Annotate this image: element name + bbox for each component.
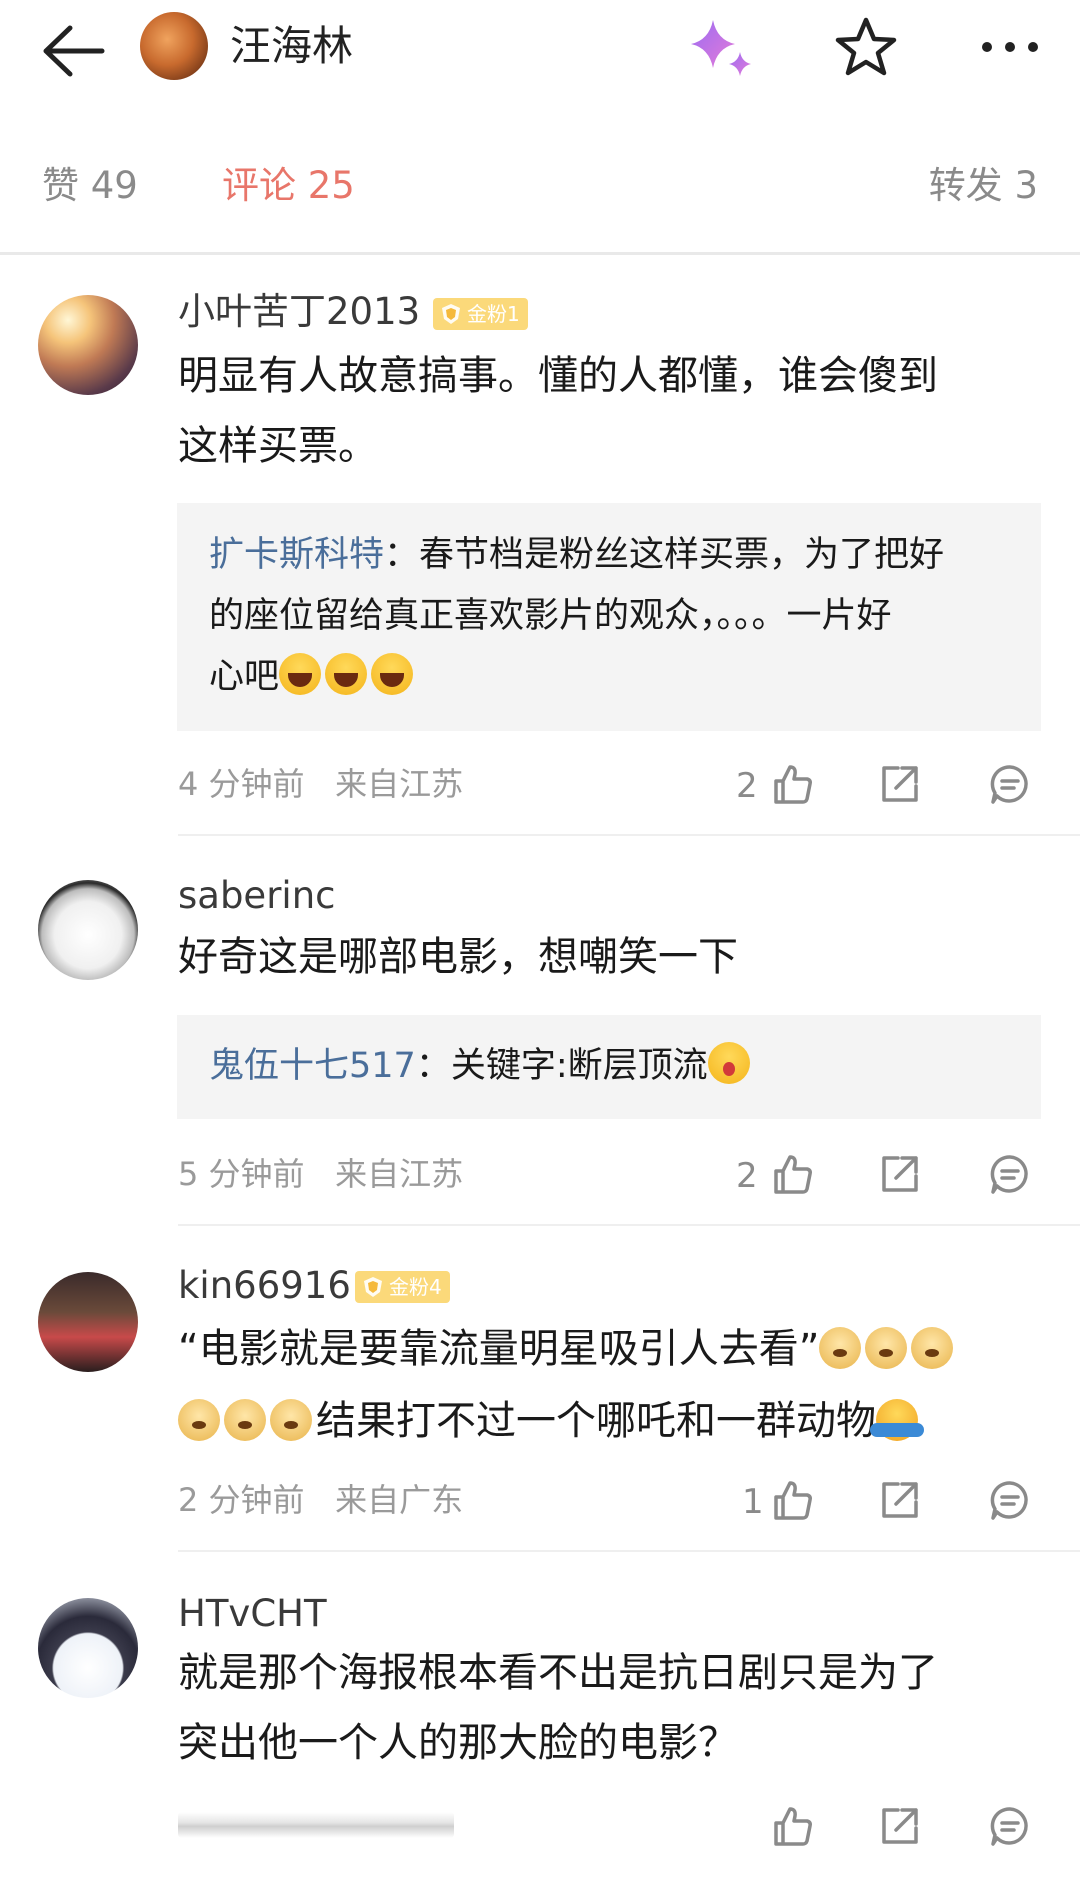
- comment-text: 就是那个海报根本看不出是抗日剧只是为了 突出他一个人的那大脸的电影？: [178, 1638, 1038, 1778]
- like-count: 2: [736, 766, 758, 806]
- divider: [178, 1224, 1080, 1226]
- laugh-emoji-icon: [325, 653, 368, 695]
- avatar[interactable]: [38, 295, 138, 395]
- top-bar: 汪海林: [0, 0, 1080, 110]
- author-name[interactable]: 汪海林: [230, 18, 353, 74]
- reply-content: 心吧: [209, 657, 280, 697]
- thumbs-up-icon[interactable]: [770, 1804, 814, 1848]
- tab-comments[interactable]: 评论 25: [222, 158, 355, 214]
- comment-location: 来自广东: [335, 1481, 464, 1519]
- reply-text: 鬼伍十七517：关键字:断层顶流: [209, 1036, 1019, 1097]
- more-dots-icon: [982, 42, 1038, 52]
- comment-meta: 4 分钟前 来自江苏: [178, 762, 463, 806]
- reply-text: 扩卡斯科特：春节档是粉丝这样买票，为了把好 的座位留给真正喜欢影片的观众，。。。…: [209, 525, 1019, 708]
- comment-text-line: 明显有人故意搞事。懂的人都懂，谁会傻到: [178, 353, 938, 399]
- share-icon[interactable]: [878, 1152, 922, 1196]
- comment-time: 4 分钟前: [178, 765, 305, 803]
- comment-meta: 2 分钟前 来自广东: [178, 1478, 463, 1522]
- share-icon[interactable]: [878, 1478, 922, 1522]
- comment-username[interactable]: 小叶苦丁2013: [178, 288, 420, 336]
- fan-badge: 金粉1: [433, 298, 528, 330]
- reply-content: 的座位留给真正喜欢影片的观众，。。。一片好: [209, 596, 892, 636]
- comment-username[interactable]: saberinc: [178, 872, 336, 920]
- like-count: 1: [742, 1482, 764, 1522]
- reply-content: ：春节档是粉丝这样买票，为了把好: [384, 535, 945, 575]
- reply-icon[interactable]: [988, 1478, 1032, 1522]
- fan-badge-label: 金粉4: [389, 1275, 442, 1299]
- badge-shield-icon: [364, 1277, 382, 1297]
- reply-icon[interactable]: [988, 1152, 1032, 1196]
- share-icon[interactable]: [878, 762, 922, 806]
- reply-icon[interactable]: [988, 1804, 1032, 1848]
- star-icon: [835, 17, 897, 76]
- ai-sparkle-button[interactable]: [685, 14, 759, 82]
- comment-text-line: 就是那个海报根本看不出是抗日剧只是为了: [178, 1650, 938, 1696]
- favorite-button[interactable]: [832, 14, 900, 80]
- reply-author[interactable]: 扩卡斯科特: [209, 535, 384, 575]
- loading-placeholder: [178, 1812, 454, 1838]
- comment-meta: 5 分钟前 来自江苏: [178, 1152, 463, 1196]
- sparkle-icon: [691, 20, 751, 76]
- reply-content: ：关键字:断层顶流: [415, 1046, 708, 1086]
- comment-location: 来自江苏: [335, 765, 464, 803]
- divider: [178, 834, 1080, 836]
- comment-username[interactable]: HTvCHT: [178, 1590, 327, 1638]
- thumbs-up-icon[interactable]: [770, 1152, 814, 1196]
- tab-reposts[interactable]: 转发 3: [929, 158, 1038, 214]
- comment-text: 明显有人故意搞事。懂的人都懂，谁会傻到 这样买票。: [178, 341, 1038, 481]
- shrug-emoji-icon: [870, 1399, 924, 1441]
- doge-emoji-icon: [865, 1327, 908, 1369]
- back-button[interactable]: [40, 18, 106, 84]
- doge-emoji-icon: [911, 1327, 954, 1369]
- divider: [178, 1550, 1080, 1552]
- laugh-emoji-icon: [279, 653, 322, 695]
- comment-text: 好奇这是哪部电影，想嘲笑一下: [178, 922, 1038, 992]
- comment-text-line: “电影就是要靠流量明星吸引人去看”: [178, 1326, 820, 1372]
- reply-author[interactable]: 鬼伍十七517: [209, 1046, 416, 1086]
- thumbs-up-icon[interactable]: [770, 762, 814, 806]
- fan-badge-label: 金粉1: [467, 302, 520, 326]
- badge-shield-icon: [442, 304, 460, 324]
- comment-location: 来自江苏: [335, 1155, 464, 1193]
- avatar[interactable]: [38, 1272, 138, 1372]
- divider: [0, 252, 1080, 255]
- comment-username[interactable]: kin66916: [178, 1262, 351, 1310]
- avatar[interactable]: [38, 880, 138, 980]
- author-avatar[interactable]: [140, 12, 208, 80]
- comment-text: “电影就是要靠流量明星吸引人去看” 结果打不过一个哪吒和一群动物: [178, 1313, 1038, 1457]
- tab-likes[interactable]: 赞 49: [42, 158, 138, 214]
- comment-time: 2 分钟前: [178, 1481, 305, 1519]
- reply-preview[interactable]: 扩卡斯科特：春节档是粉丝这样买票，为了把好 的座位留给真正喜欢影片的观众，。。。…: [177, 503, 1041, 731]
- share-icon[interactable]: [878, 1804, 922, 1848]
- comment-text-line: 好奇这是哪部电影，想嘲笑一下: [178, 934, 738, 980]
- shocked-emoji-icon: [707, 1042, 750, 1084]
- doge-emoji-icon: [819, 1327, 862, 1369]
- fan-badge: 金粉4: [355, 1271, 450, 1303]
- doge-emoji-icon: [178, 1399, 220, 1441]
- post-tabs: 赞 49 评论 25 转发 3: [0, 150, 1080, 224]
- reply-icon[interactable]: [988, 762, 1032, 806]
- avatar[interactable]: [38, 1598, 138, 1698]
- comment-text-line: 突出他一个人的那大脸的电影？: [178, 1720, 738, 1766]
- doge-emoji-icon: [224, 1399, 266, 1441]
- thumbs-up-icon[interactable]: [770, 1478, 814, 1522]
- reply-preview[interactable]: 鬼伍十七517：关键字:断层顶流: [177, 1015, 1041, 1119]
- comment-text-line: 这样买票。: [178, 423, 378, 469]
- more-button[interactable]: [975, 14, 1045, 80]
- doge-emoji-icon: [270, 1399, 312, 1441]
- like-count: 2: [736, 1156, 758, 1196]
- comment-text-line: 结果打不过一个哪吒和一群动物: [316, 1398, 876, 1444]
- arrow-left-icon: [43, 25, 105, 77]
- comment-time: 5 分钟前: [178, 1155, 305, 1193]
- laugh-emoji-icon: [371, 653, 414, 695]
